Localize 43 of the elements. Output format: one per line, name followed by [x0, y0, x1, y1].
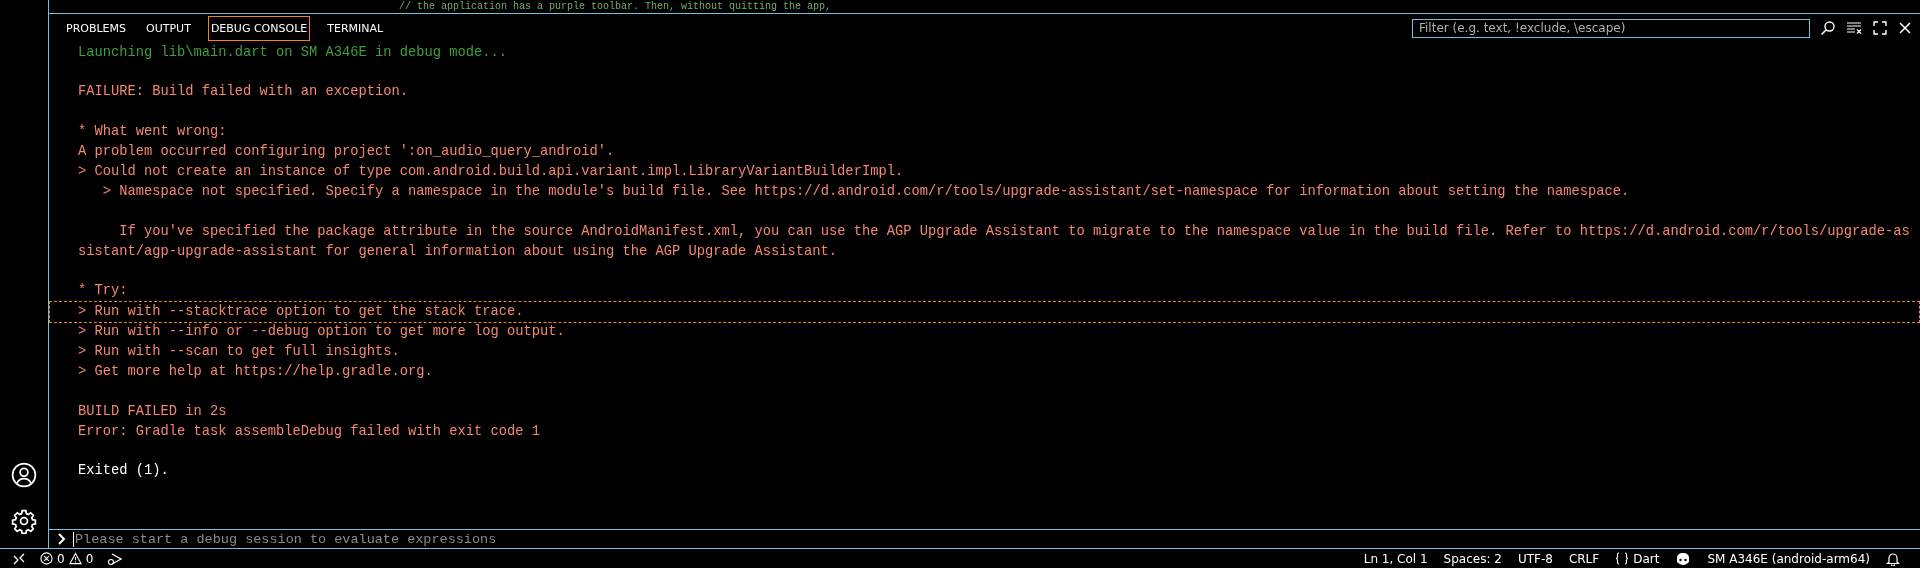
status-item[interactable]: UTF-8: [1517, 551, 1553, 566]
warning-count: 0: [85, 551, 94, 566]
output-line: * Try:: [77, 282, 129, 301]
error-count: 0: [57, 551, 65, 566]
warning-icon: [68, 552, 82, 565]
language-label: Dart: [1633, 551, 1660, 566]
panel-tab[interactable]: OUTPUT: [143, 15, 194, 41]
output-line: > Get more help at https://help.gradle.org.: [77, 363, 434, 382]
code-line: // the application has a purple toolbar. Then, without quitting the app,: [399, 0, 832, 13]
language-status[interactable]: Dart: [1615, 551, 1660, 566]
output-line: > Could not create an instance of type com.android.build.api.variant.impl.LibraryVariantBuilderImpl.: [77, 163, 905, 182]
settings-icon[interactable]: [11, 508, 37, 534]
remote-icon[interactable]: [12, 551, 26, 566]
problems-status[interactable]: 0 0: [40, 551, 94, 566]
clear-console-icon[interactable]: [1846, 20, 1862, 36]
output-line: Launching lib\main.dart on SM A346E in debug mode...: [77, 44, 509, 62]
output-line: * What went wrong:: [77, 122, 228, 141]
output-line: Error: Gradle task assembleDebug failed with exit code 1: [77, 422, 542, 441]
output-line: FAILURE: Build failed with an exception.: [77, 83, 410, 102]
status-item[interactable]: CRLF: [1568, 551, 1600, 566]
panel-tab[interactable]: TERMINAL: [324, 15, 387, 41]
output-line: If you've specified the package attribute in the source AndroidManifest.xml, you can use the AGP Upgrade Assistant to migrate to the namespace value in the build file. Refer to https://d.android.com/r/tools/upgrade-assistant/agp-upgrade-assistant for general information about using the AGP Upgrade Assistant.: [77, 222, 1911, 261]
close-icon[interactable]: [1898, 21, 1912, 35]
search-icon[interactable]: [1820, 20, 1836, 36]
panel-tab[interactable]: PROBLEMS: [63, 15, 130, 41]
status-item[interactable]: Spaces: 2: [1443, 551, 1502, 566]
output-line: > Namespace not specified. Specify a namespace in the module's build file. See https://d.android.com/r/tools/upgrade-assistant/set-namespace for information about setting the namespace.: [101, 183, 1631, 202]
chevron-icon: [57, 533, 67, 545]
filter-field[interactable]: Filter (e.g. text, !exclude, \escape): [1412, 18, 1810, 38]
status-item[interactable]: Ln 1, Col 1: [1363, 551, 1428, 566]
output-line: Exited (1).: [77, 462, 170, 481]
output-line: > Run with --scan to get full insights.: [77, 343, 401, 361]
output-line: BUILD FAILED in 2s: [77, 402, 228, 421]
braces-icon: [1615, 552, 1630, 565]
account-icon[interactable]: [11, 462, 37, 488]
debug-icon[interactable]: [107, 551, 123, 566]
device-status[interactable]: SM A346E (android-arm64): [1707, 551, 1870, 566]
maximize-icon[interactable]: [1872, 20, 1888, 36]
notification-bell-icon[interactable]: [1886, 551, 1900, 566]
error-icon: [40, 552, 53, 565]
output-line: > Run with --info or --debug option to get more log output.: [77, 322, 566, 341]
panel-tab[interactable]: DEBUG CONSOLE: [207, 15, 311, 41]
output-line: A problem occurred configuring project ':on_audio_query_android'.: [77, 143, 616, 161]
